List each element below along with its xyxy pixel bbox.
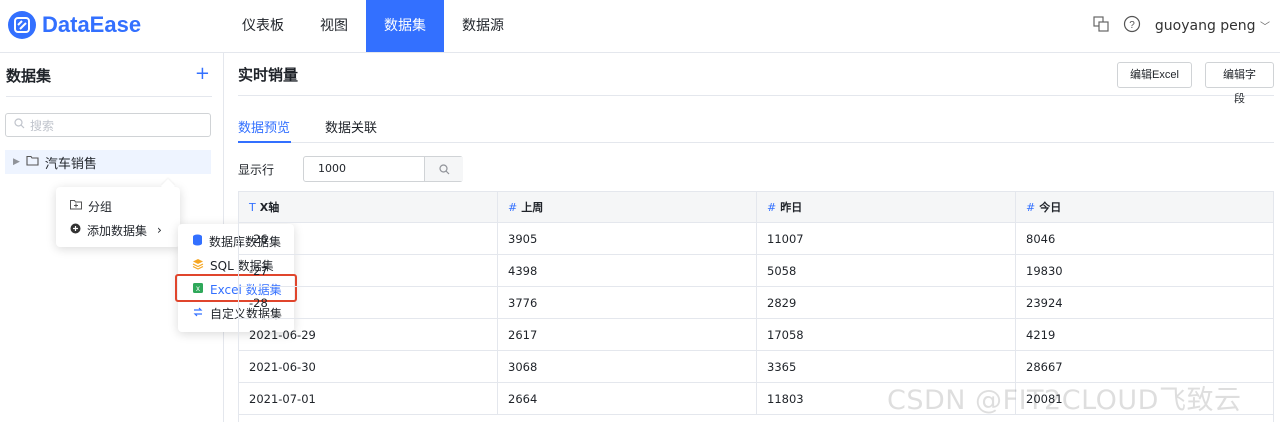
dataset-tabs: 数据预览 数据关联: [238, 110, 1274, 143]
database-icon: [192, 234, 203, 249]
rows-input-value: 1000: [318, 162, 346, 175]
table-cell: 2829: [757, 287, 1016, 319]
context-menu: 分组 添加数据集 ›: [56, 187, 180, 247]
help-icon[interactable]: ?: [1123, 15, 1141, 37]
rows-label: 显示行: [238, 163, 275, 177]
table-cell: 3068: [498, 351, 757, 383]
tab-data-preview[interactable]: 数据预览: [238, 117, 290, 136]
nav-item-dataset[interactable]: 数据集: [366, 0, 444, 52]
plus-circle-icon: [70, 223, 81, 237]
menu-item-label: 添加数据集: [87, 223, 148, 238]
sidebar-search-input[interactable]: 搜索: [5, 113, 211, 137]
table-cell: -27: [239, 255, 498, 287]
search-icon: [14, 118, 25, 132]
menu-item-add-dataset[interactable]: 添加数据集 ›: [70, 220, 162, 240]
table-cell: 3776: [498, 287, 757, 319]
active-tab-indicator: [238, 141, 291, 143]
number-type-icon: #: [767, 201, 777, 214]
column-name: X轴: [259, 201, 280, 214]
sql-icon: [192, 258, 204, 273]
edit-fields-button[interactable]: 编辑字段: [1205, 62, 1274, 105]
table-cell: 2021-07-01: [239, 383, 498, 415]
table-cell: 5058: [757, 255, 1016, 287]
column-header[interactable]: # 今日: [1016, 192, 1273, 224]
number-type-icon: #: [508, 201, 518, 214]
column-header[interactable]: T X轴: [239, 192, 498, 224]
main-header: 实时销量 编辑Excel 编辑字段: [238, 53, 1274, 105]
main-nav: 仪表板 视图 数据集 数据源: [224, 0, 522, 52]
rows-input[interactable]: 1000: [303, 156, 463, 182]
table-cell: 2664: [498, 383, 757, 415]
number-type-icon: #: [1026, 201, 1036, 214]
table-cell: 17058: [757, 319, 1016, 351]
table-cell: 4398: [498, 255, 757, 287]
chevron-right-icon: ›: [157, 223, 162, 237]
tree-item-car-sales[interactable]: ▶ 汽车销售: [5, 150, 211, 174]
add-icon[interactable]: +: [195, 65, 210, 83]
nav-item-dashboard[interactable]: 仪表板: [224, 0, 302, 52]
table-cell: 3905: [498, 223, 757, 255]
language-icon[interactable]: [1093, 16, 1109, 36]
svg-text:?: ?: [1129, 20, 1135, 31]
text-type-icon: T: [249, 201, 256, 214]
nav-item-view[interactable]: 视图: [302, 0, 366, 52]
table-cell: -28: [239, 287, 498, 319]
table-cell: 4219: [1026, 328, 1056, 342]
top-bar: DataEase 仪表板 视图 数据集 数据源 ? guoyang peng ﹀: [0, 0, 1280, 53]
table-row: -27 4398 5058 19830: [239, 255, 1273, 287]
user-name: guoyang peng: [1154, 18, 1256, 34]
search-placeholder: 搜索: [30, 118, 55, 133]
app-name: DataEase: [42, 12, 142, 37]
table-cell: -26: [239, 223, 498, 255]
table-cell: 2617: [498, 319, 757, 351]
table-row: -28 3776 2829 23924: [239, 287, 1273, 319]
folder-plus-icon: [70, 199, 82, 213]
menu-item-group[interactable]: 分组: [70, 196, 112, 216]
chevron-down-icon: ﹀: [1260, 22, 1270, 33]
folder-icon: [26, 155, 39, 170]
column-name: 今日: [1039, 201, 1062, 214]
sidebar-header: 数据集 +: [6, 65, 212, 97]
table-header-row: T X轴 # 上周 # 昨日 # 今日: [239, 191, 1273, 224]
table-row: -26 3905 11007 8046: [239, 223, 1273, 255]
table-row: 2021-06-29 2617 17058 4219: [239, 319, 1273, 351]
table-cell: 8046: [1026, 232, 1056, 246]
dataease-logo-icon: [8, 11, 36, 39]
tab-data-association[interactable]: 数据关联: [325, 117, 377, 136]
column-header[interactable]: # 昨日: [757, 192, 1016, 224]
sidebar-title: 数据集: [6, 67, 52, 85]
menu-item-label: 分组: [88, 199, 113, 214]
app-logo[interactable]: DataEase: [8, 11, 141, 39]
column-name: 上周: [521, 201, 544, 214]
table-cell: 11007: [757, 223, 1016, 255]
table-cell: 2021-06-30: [239, 351, 498, 383]
watermark: CSDN @FIT2CLOUD飞致云: [887, 385, 1242, 416]
custom-dataset-icon: [192, 306, 204, 321]
table-cell: 19830: [1026, 264, 1063, 278]
rows-search-button[interactable]: [424, 157, 463, 181]
nav-item-datasource[interactable]: 数据源: [444, 0, 522, 52]
page-title: 实时销量: [238, 66, 299, 84]
edit-excel-button[interactable]: 编辑Excel: [1117, 62, 1192, 88]
column-name: 昨日: [780, 201, 803, 214]
tree-item-label: 汽车销售: [44, 156, 97, 172]
column-header[interactable]: # 上周: [498, 192, 757, 224]
table-cell: 23924: [1026, 296, 1063, 310]
search-icon: [438, 163, 449, 174]
header-actions: ? guoyang peng ﹀: [1093, 0, 1270, 52]
table-cell: 2021-06-29: [239, 319, 498, 351]
user-menu[interactable]: guoyang peng ﹀: [1155, 18, 1270, 34]
caret-right-icon[interactable]: ▶: [13, 157, 20, 167]
